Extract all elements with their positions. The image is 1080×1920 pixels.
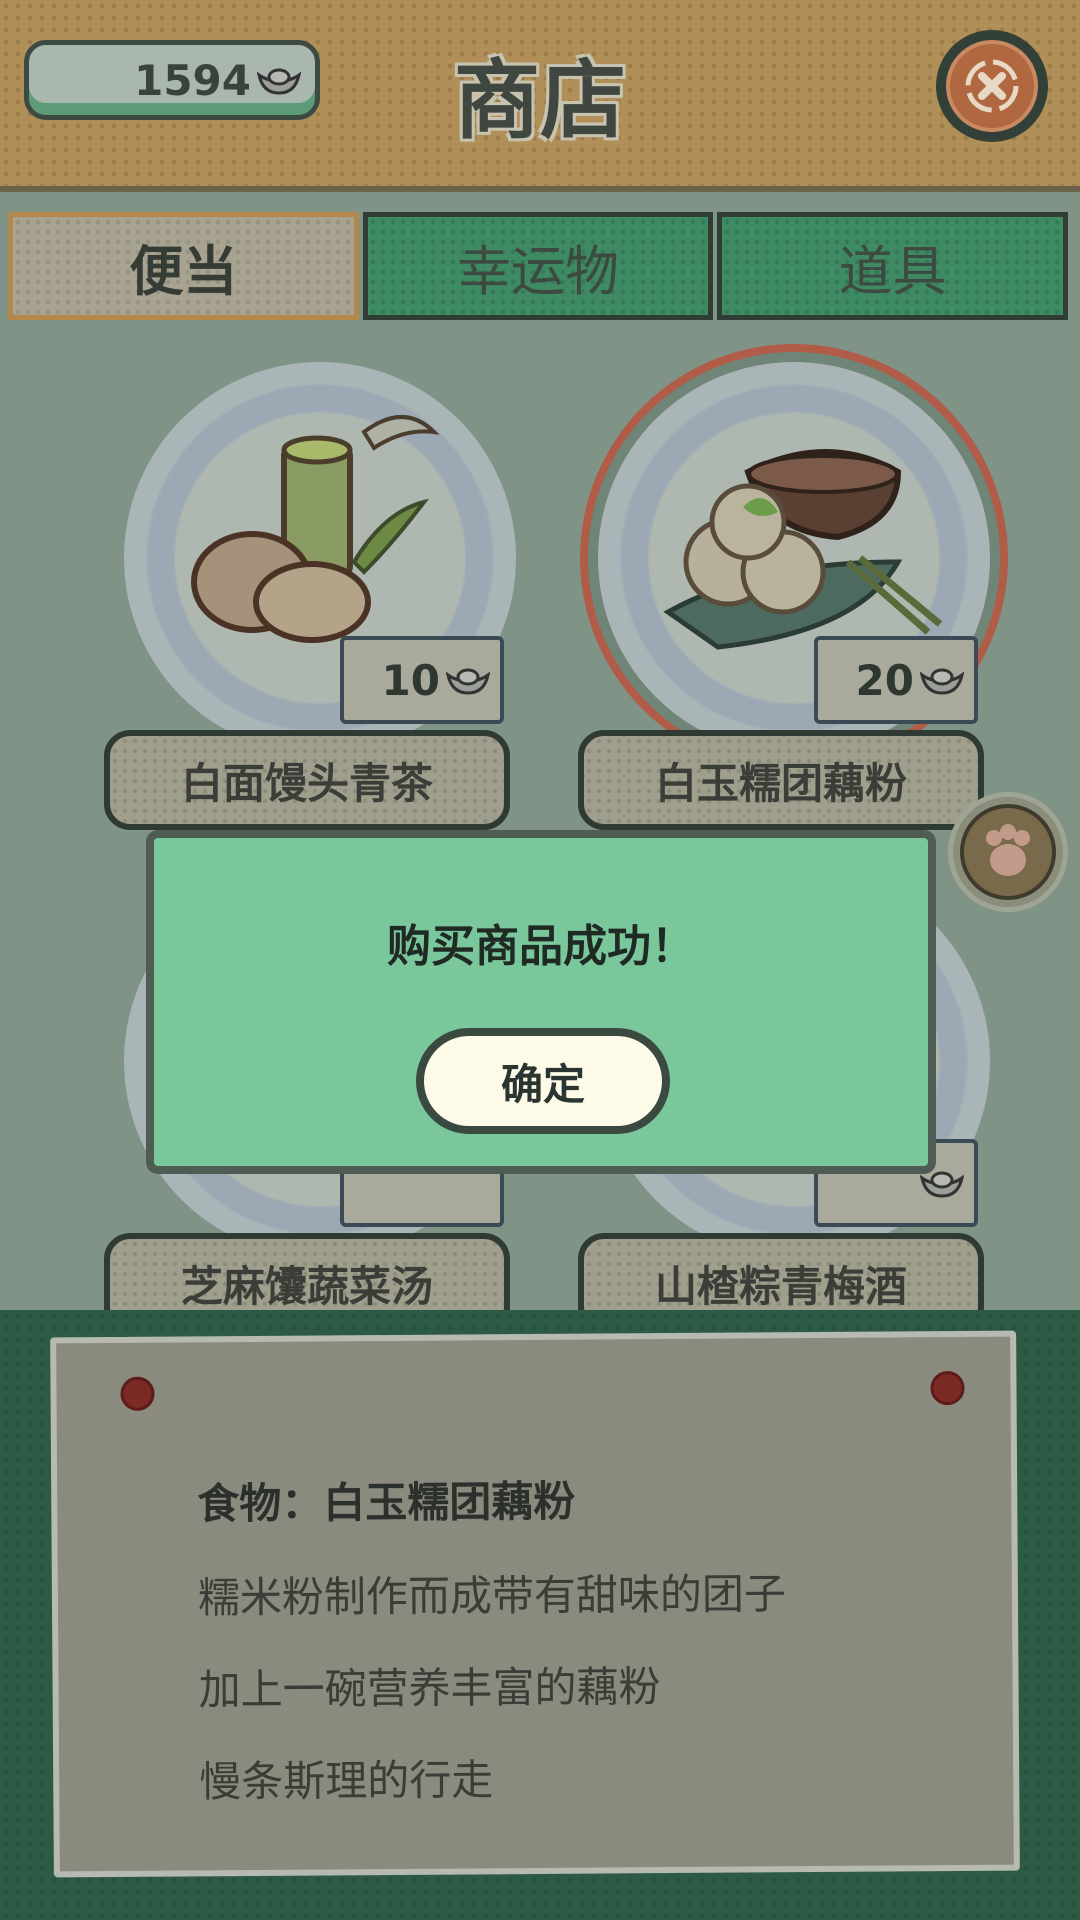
shop-screen: 1594 商店 便当 幸运物 道具 10 白面馒头青茶 20 白玉糯团藕粉 芝麻…	[0, 0, 1080, 1920]
tab-lucky-items[interactable]: 幸运物	[362, 212, 714, 320]
confirm-button[interactable]: 确定	[416, 1028, 670, 1134]
top-bar: 1594 商店	[0, 0, 1080, 192]
shop-item[interactable]: 20 白玉糯团藕粉	[578, 362, 998, 832]
price-tag: 10	[340, 636, 504, 724]
ingot-icon	[446, 668, 490, 695]
description-line: 加上一碗营养丰富的藕粉	[198, 1662, 661, 1715]
price-tag: 20	[814, 636, 978, 724]
page-title: 商店	[454, 51, 626, 151]
side-paw-button[interactable]	[948, 792, 1068, 912]
purchase-success-dialog: 购买商品成功！ 确定	[146, 830, 936, 1174]
tab-bento[interactable]: 便当	[8, 212, 359, 320]
dialog-message: 购买商品成功！	[387, 921, 695, 972]
shop-item[interactable]: 10 白面馒头青茶	[104, 362, 524, 832]
description-title: 食物：白玉糯团藕粉	[197, 1476, 576, 1529]
ingot-icon	[920, 668, 964, 695]
description-line: 糯米粉制作而成带有甜味的团子	[197, 1569, 787, 1623]
close-button[interactable]	[936, 30, 1048, 142]
description-line: 慢条斯理的行走	[199, 1755, 494, 1807]
paw-icon	[986, 824, 1030, 876]
tab-tools[interactable]: 道具	[717, 212, 1069, 320]
close-icon	[965, 59, 1019, 113]
price-value: 10	[381, 655, 440, 705]
price-value: 20	[855, 655, 914, 705]
category-tabs: 便当 幸运物 道具	[8, 212, 1072, 320]
item-name: 白玉糯团藕粉	[578, 730, 984, 830]
description-note: 食物：白玉糯团藕粉 糯米粉制作而成带有甜味的团子 加上一碗营养丰富的藕粉 慢条斯…	[50, 1330, 1020, 1878]
description-area: 食物：白玉糯团藕粉 糯米粉制作而成带有甜味的团子 加上一碗营养丰富的藕粉 慢条斯…	[0, 1310, 1080, 1920]
pin-icon	[120, 1376, 155, 1411]
pin-icon	[930, 1370, 965, 1406]
item-name: 白面馒头青茶	[104, 730, 510, 830]
